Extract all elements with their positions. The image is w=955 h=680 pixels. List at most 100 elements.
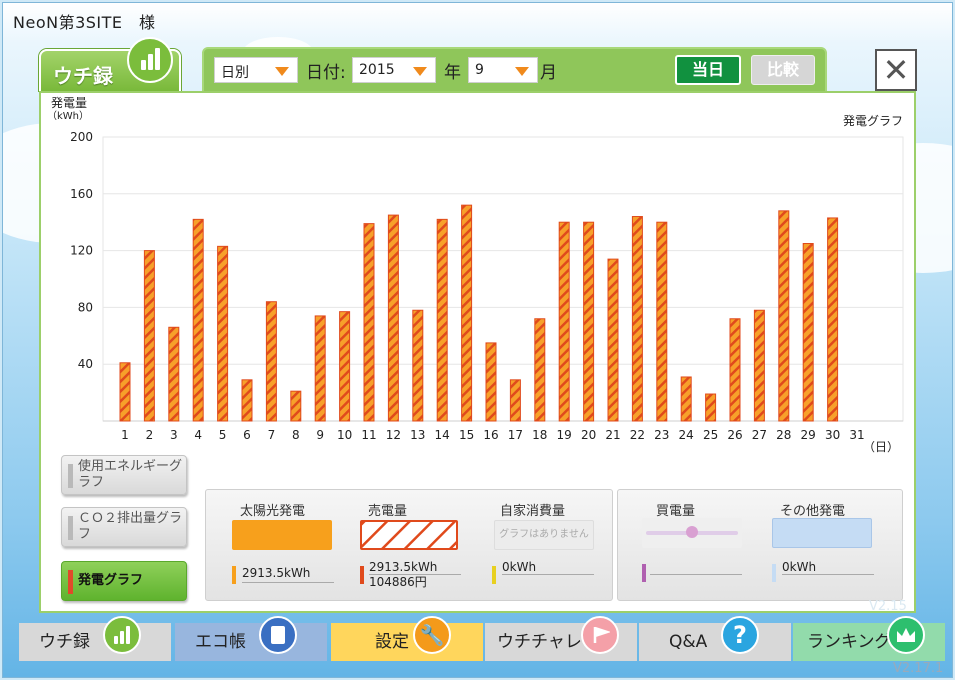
side-button-label: 使用エネルギーグラフ	[78, 459, 183, 490]
bar-chart-icon	[103, 616, 141, 654]
y-axis-title: 発電量	[51, 96, 87, 110]
x-tick-label: 21	[605, 428, 620, 442]
bar-day-28[interactable]	[778, 210, 790, 422]
side-button-energy-graph[interactable]: 使用エネルギーグラフ	[61, 455, 187, 495]
bar-chart-icon	[127, 37, 173, 83]
tab-uchiroku[interactable]: ウチ録	[39, 37, 181, 91]
tab-label: ウチ録	[53, 64, 113, 88]
x-tick-label: 6	[243, 428, 251, 442]
y-tick-label: 200	[70, 130, 93, 144]
today-button[interactable]: 当日	[675, 55, 741, 85]
x-tick-label: 24	[679, 428, 694, 442]
bar-day-25[interactable]	[705, 393, 717, 422]
nav-label: エコ帳	[195, 632, 246, 652]
x-tick-label: 10	[337, 428, 352, 442]
bar-day-27[interactable]	[753, 309, 765, 422]
legend-self-note: グラフはありません	[494, 520, 594, 550]
bar-day-1[interactable]	[119, 362, 131, 422]
bar-day-9[interactable]	[314, 315, 326, 422]
month-select[interactable]: 9	[468, 57, 538, 83]
nav-ecocho[interactable]: エコ帳	[175, 623, 327, 661]
legend-solar-value: 2913.5kWh	[242, 566, 311, 580]
nav-qa[interactable]: Q&A	[639, 623, 791, 661]
bar-day-16[interactable]	[485, 342, 497, 422]
legend-solar-title: 太陽光発電	[240, 504, 306, 519]
mode-select[interactable]: 日別	[214, 57, 298, 83]
x-tick-label: 19	[557, 428, 572, 442]
bar-day-2[interactable]	[143, 250, 155, 422]
close-icon: ✕	[882, 51, 910, 89]
bar-day-22[interactable]	[631, 216, 643, 422]
hatch-swatch	[362, 522, 456, 548]
bar-day-12[interactable]	[387, 214, 399, 422]
month-select-value: 9	[475, 62, 484, 78]
mode-select-value: 日別	[221, 65, 249, 81]
nav-label: ウチチャレ	[497, 632, 582, 652]
divider	[242, 582, 334, 583]
bar-day-20[interactable]	[583, 221, 595, 422]
bar-day-23[interactable]	[656, 221, 668, 422]
bar-day-3[interactable]	[168, 326, 180, 422]
legend-buy-marker	[642, 564, 646, 582]
bar-day-15[interactable]	[461, 204, 473, 422]
close-button[interactable]: ✕	[875, 49, 917, 91]
generation-chart: 40801201602001 2 3 4 5 6 7 8 9 10 11 12 13 14 15 16 17 18…	[47, 96, 904, 453]
legend-sold-swatch	[360, 520, 458, 550]
nav-settings[interactable]: 設定	[331, 623, 483, 661]
bar-day-4[interactable]	[192, 218, 204, 422]
x-tick-label: 8	[292, 428, 300, 442]
bar-day-18[interactable]	[534, 318, 546, 422]
bar-day-8[interactable]	[290, 390, 302, 422]
side-button-co2-graph[interactable]: ＣＯ２排出量グラフ	[61, 507, 187, 547]
x-tick-label: 22	[630, 428, 645, 442]
bar-day-5[interactable]	[217, 245, 229, 422]
bar-day-26[interactable]	[729, 318, 741, 422]
legend-self-title: 自家消費量	[500, 504, 566, 519]
y-tick-label: 40	[78, 357, 93, 371]
dropdown-arrow-icon	[275, 67, 289, 76]
compare-button[interactable]: 比較	[751, 55, 815, 85]
bar-day-11[interactable]	[363, 223, 375, 422]
legend-group-generation: 太陽光発電 2913.5kWh 売電量 2913.5kWh 104886円 自家…	[205, 489, 613, 601]
legend-sold-yen: 104886円	[369, 575, 427, 589]
nav-uchiroku[interactable]: ウチ録	[19, 623, 171, 661]
divider	[650, 574, 742, 575]
legend-sold-title: 売電量	[368, 504, 408, 519]
bar-day-29[interactable]	[802, 243, 814, 422]
bar-day-13[interactable]	[412, 309, 424, 422]
x-tick-label: 23	[654, 428, 669, 442]
bar-day-19[interactable]	[558, 221, 570, 422]
x-axis-unit: （日）	[863, 440, 899, 453]
crown-icon	[887, 616, 925, 654]
side-button-label: ＣＯ２排出量グラフ	[78, 511, 183, 542]
nav-label: ランキング	[807, 632, 892, 652]
bar-day-17[interactable]	[509, 379, 521, 422]
x-tick-label: 13	[410, 428, 425, 442]
bar-day-24[interactable]	[680, 376, 692, 422]
legend-other-swatch	[772, 518, 872, 548]
x-tick-label: 7	[268, 428, 276, 442]
app-window: NeoN第3SITE 様 ウチ録 日別 日付: 2015 年 9 月 当日 比較…	[2, 2, 953, 678]
year-select[interactable]: 2015	[352, 57, 436, 83]
legend-buy-title: 買電量	[656, 504, 696, 519]
control-bar: 日別 日付: 2015 年 9 月 当日 比較	[202, 47, 827, 93]
x-tick-label: 29	[801, 428, 816, 442]
divider	[502, 574, 594, 575]
bar-day-6[interactable]	[241, 379, 253, 422]
x-tick-label: 9	[316, 428, 324, 442]
app-version: V2.17.1	[893, 661, 944, 676]
bar-day-21[interactable]	[607, 258, 619, 422]
legend-solar-swatch	[232, 520, 332, 550]
bar-day-10[interactable]	[339, 311, 351, 422]
legend-self-marker	[492, 566, 496, 584]
legend-solar-marker	[232, 566, 236, 584]
x-tick-label: 12	[386, 428, 401, 442]
inner-version: V2.15	[869, 599, 907, 614]
y-tick-label: 160	[70, 187, 93, 201]
bar-day-7[interactable]	[265, 301, 277, 422]
legend-buy-slider	[642, 518, 742, 548]
bar-day-30[interactable]	[827, 217, 839, 422]
x-tick-label: 15	[459, 428, 474, 442]
bar-day-14[interactable]	[436, 218, 448, 422]
side-button-generation-graph[interactable]: 発電グラフ	[61, 561, 187, 601]
